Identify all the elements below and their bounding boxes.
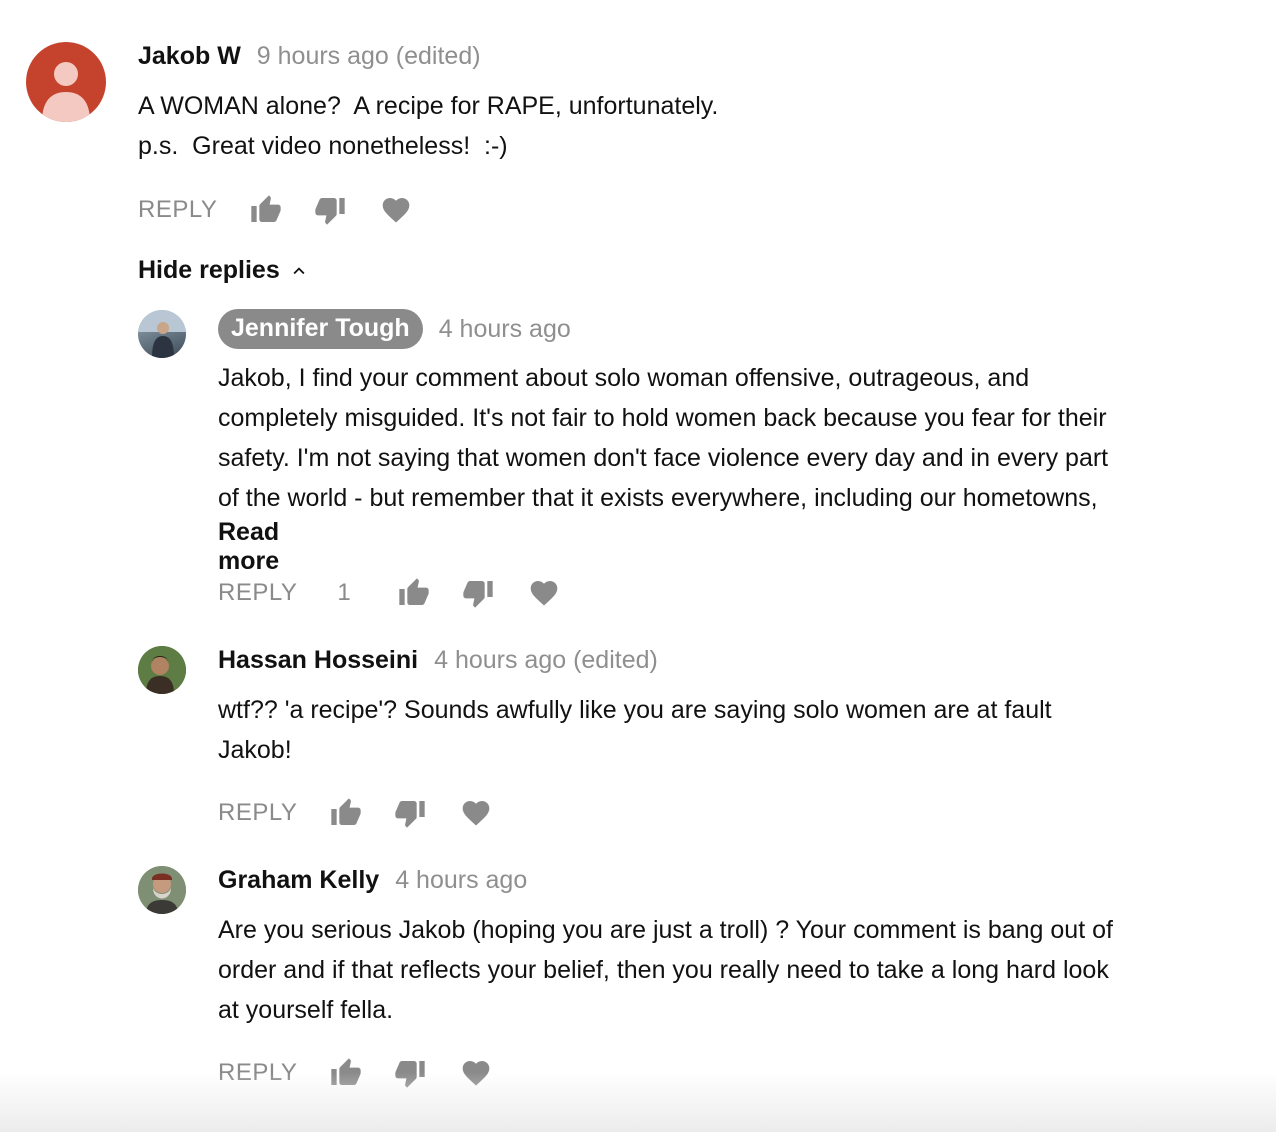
like-button[interactable] [397,576,431,610]
reply-button[interactable]: REPLY [218,579,297,607]
reply-button[interactable]: REPLY [218,1059,297,1087]
comment-text: Are you serious Jakob (hoping you are ju… [218,916,1113,1024]
comment-text: A WOMAN alone? A recipe for RAPE, unfort… [138,92,719,160]
read-more-link[interactable]: Read more [218,518,279,576]
thumbs-down-icon [463,581,493,608]
dislike-button[interactable] [393,796,427,830]
avatar[interactable] [138,646,186,694]
thumbs-up-icon [331,1058,362,1085]
default-person-icon [42,62,90,122]
heart-icon [463,801,490,826]
thumbs-down-icon [395,1061,426,1088]
comment-actions: REPLY 1 [218,573,561,613]
avatar[interactable] [138,310,186,358]
comment-header: Jakob W 9 hours ago (edited) [138,42,481,71]
author-name[interactable]: Graham Kelly [218,866,379,895]
heart-icon [463,1061,490,1086]
comment-header: Hassan Hosseini 4 hours ago (edited) [218,646,658,675]
like-button[interactable] [329,1056,363,1090]
user-photo-icon [138,646,186,694]
user-photo-icon [138,310,186,358]
timestamp[interactable]: 4 hours ago [395,866,527,895]
comment-text: wtf?? 'a recipe'? Sounds awfully like yo… [218,696,1052,764]
comment-actions: REPLY [218,793,493,833]
hide-replies-label: Hide replies [138,256,280,284]
comment-header: Jennifer Tough 4 hours ago [218,309,571,349]
dislike-button[interactable] [313,193,347,227]
like-button[interactable] [329,796,363,830]
heart-button[interactable] [379,193,413,227]
comment-actions: REPLY [218,1053,493,1093]
thumbs-up-icon [399,578,429,605]
top-level-comment: Jakob W 9 hours ago (edited) A WOMAN alo… [0,0,1276,240]
author-name-owner-badge[interactable]: Jennifer Tough [218,309,423,349]
thumbs-up-icon [331,798,362,825]
thumbs-down-icon [395,801,426,828]
heart-icon [530,581,558,606]
thumbs-down-icon [315,198,346,225]
heart-button[interactable] [527,576,561,610]
like-count: 1 [337,579,351,606]
author-name[interactable]: Jakob W [138,42,241,71]
comment-header: Graham Kelly 4 hours ago [218,866,527,895]
comment-actions: REPLY [138,190,413,230]
avatar[interactable] [138,866,186,914]
comment-text: Jakob, I find your comment about solo wo… [218,364,1109,512]
author-name[interactable]: Hassan Hosseini [218,646,418,675]
chevron-up-icon [293,266,305,274]
user-photo-icon [138,866,186,914]
bottom-shadow [0,1072,1276,1132]
dislike-button[interactable] [393,1056,427,1090]
heart-button[interactable] [459,1056,493,1090]
heart-button[interactable] [459,796,493,830]
like-button[interactable] [249,193,283,227]
timestamp[interactable]: 9 hours ago (edited) [257,42,481,71]
reply-button[interactable]: REPLY [218,799,297,827]
timestamp[interactable]: 4 hours ago (edited) [434,646,658,675]
thumbs-up-icon [251,195,282,222]
dislike-button[interactable] [461,576,495,610]
reply-button[interactable]: REPLY [138,196,217,224]
hide-replies-toggle[interactable]: Hide replies [138,256,310,285]
heart-icon [383,198,410,223]
avatar[interactable] [26,42,106,122]
timestamp[interactable]: 4 hours ago [439,315,571,344]
